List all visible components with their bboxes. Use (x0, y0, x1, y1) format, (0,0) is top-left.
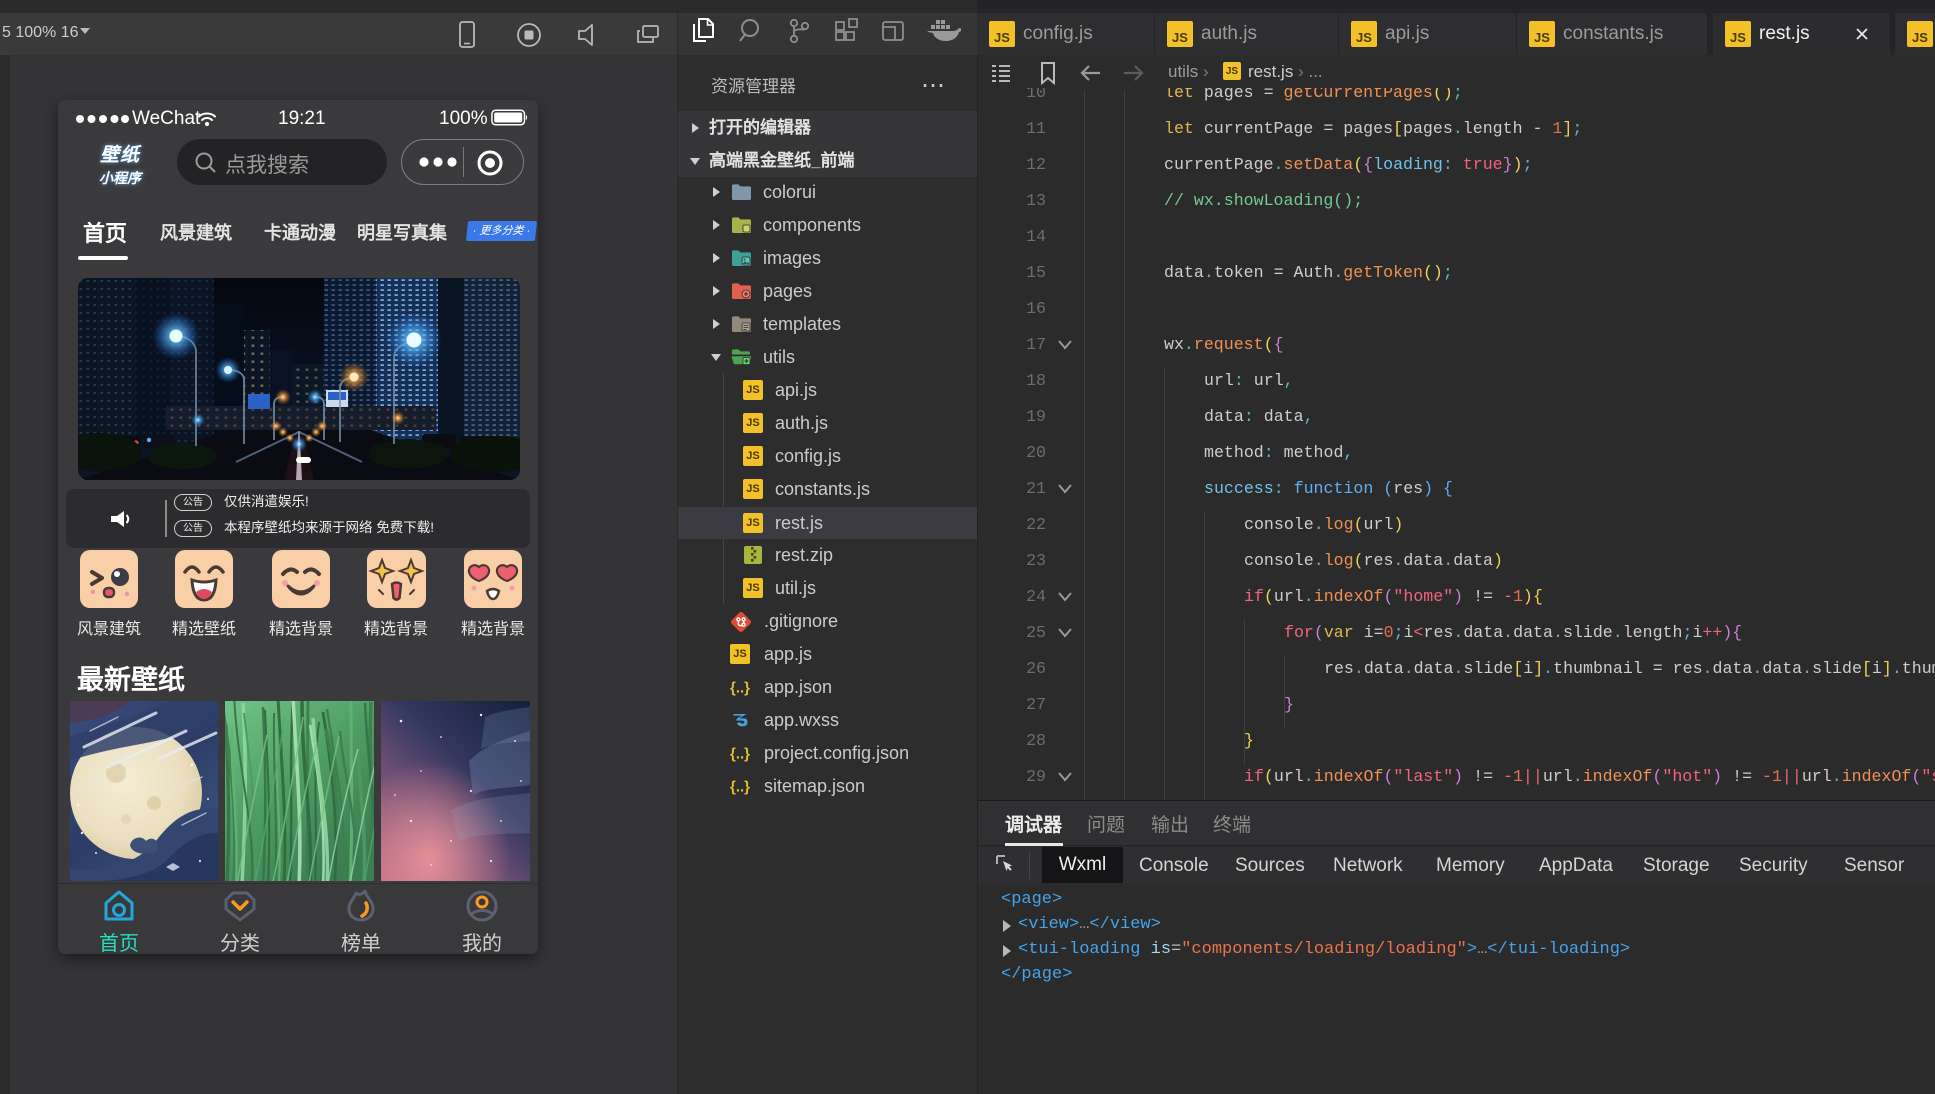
svg-text:{..}: {..} (730, 680, 750, 697)
svg-text:{..}: {..} (730, 746, 750, 763)
svg-text:{..}: {..} (730, 779, 750, 796)
